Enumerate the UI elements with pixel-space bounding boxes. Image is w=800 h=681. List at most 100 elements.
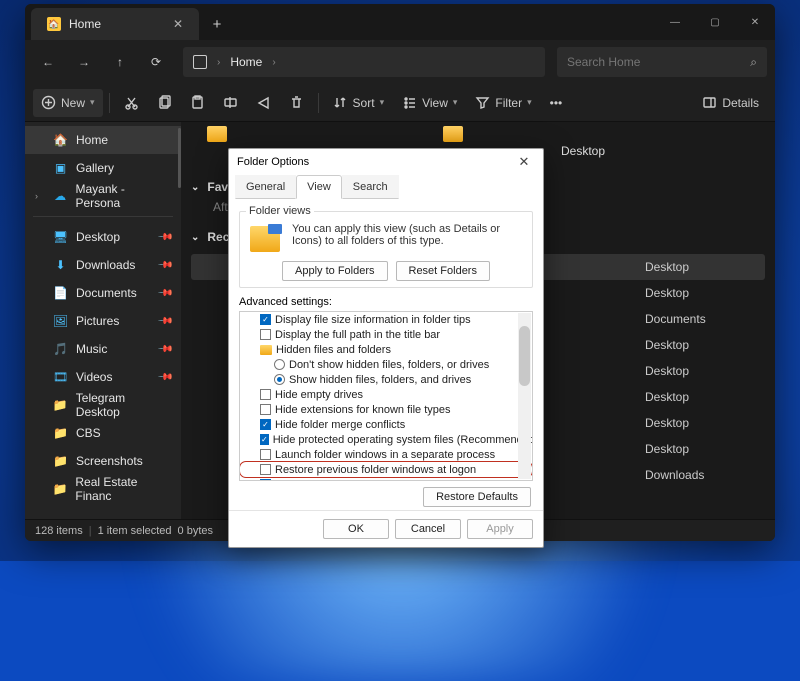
checkbox-icon[interactable]: ✓	[260, 479, 271, 481]
chevron-right-icon: ›	[272, 57, 275, 68]
sidebar-item-desktop[interactable]: 🖥Desktop📌	[25, 223, 181, 251]
copy-button[interactable]	[149, 89, 180, 117]
folder-icon: 📁	[53, 398, 68, 413]
chevron-down-icon: ⌄	[191, 182, 199, 193]
reset-folders-button[interactable]: Reset Folders	[396, 261, 490, 281]
option-full-path[interactable]: Display the full path in the title bar	[240, 327, 532, 342]
sidebar-item-screenshots[interactable]: 📁Screenshots	[25, 447, 181, 475]
folder-views-desc: You can apply this view (such as Details…	[292, 223, 526, 255]
restore-defaults-button[interactable]: Restore Defaults	[423, 487, 531, 507]
sidebar-item-cbs[interactable]: 📁CBS	[25, 419, 181, 447]
tab-close-icon[interactable]: ✕	[173, 17, 183, 31]
folder-icon[interactable]	[443, 126, 463, 142]
checkbox-icon[interactable]	[260, 329, 271, 340]
up-button[interactable]: ↑	[105, 47, 135, 77]
sidebar-item-documents[interactable]: 📄Documents📌	[25, 279, 181, 307]
option-display-size[interactable]: ✓Display file size information in folder…	[240, 312, 532, 327]
copy-icon	[157, 95, 172, 110]
back-button[interactable]: ←	[33, 47, 63, 77]
sidebar-item-realestate[interactable]: 📁Real Estate Financ	[25, 475, 181, 503]
checkbox-icon[interactable]	[260, 464, 271, 475]
home-icon: 🏠	[47, 17, 61, 31]
maximize-button[interactable]: ▢	[695, 4, 735, 40]
sidebar-item-videos[interactable]: 🎞Videos📌	[25, 363, 181, 391]
forward-button[interactable]: →	[69, 47, 99, 77]
refresh-button[interactable]: ⟳	[141, 47, 171, 77]
checkbox-icon[interactable]: ✓	[260, 434, 269, 445]
checkbox-icon[interactable]: ✓	[260, 419, 271, 430]
search-input[interactable]	[567, 55, 750, 69]
cut-icon	[124, 95, 139, 110]
cancel-button[interactable]: Cancel	[395, 519, 461, 539]
ok-button[interactable]: OK	[323, 519, 389, 539]
share-button[interactable]	[248, 89, 279, 117]
search-box[interactable]: ⌕	[557, 47, 767, 77]
radio-icon[interactable]	[274, 359, 285, 370]
new-button[interactable]: New ▾	[33, 89, 103, 117]
music-icon: 🎵	[53, 342, 68, 357]
sort-button[interactable]: Sort▾	[325, 89, 393, 117]
details-pane-button[interactable]: Details	[694, 89, 767, 117]
option-hide-empty[interactable]: Hide empty drives	[240, 387, 532, 402]
checkbox-icon[interactable]	[260, 449, 271, 460]
sidebar-item-gallery[interactable]: ▣Gallery	[25, 154, 181, 182]
tab-home[interactable]: 🏠 Home ✕	[31, 8, 199, 40]
option-hidden-folder[interactable]: Hidden files and folders	[240, 342, 532, 357]
folder-icon: 📁	[53, 426, 68, 441]
option-hide-ext[interactable]: Hide extensions for known file types	[240, 402, 532, 417]
option-hide-protected[interactable]: ✓Hide protected operating system files (…	[240, 432, 532, 447]
folder-icon[interactable]	[207, 126, 227, 142]
folder-label: Desktop	[561, 144, 765, 158]
checkbox-icon[interactable]: ✓	[260, 314, 271, 325]
option-hide-merge[interactable]: ✓Hide folder merge conflicts	[240, 417, 532, 432]
onedrive-icon: ☁	[53, 189, 68, 204]
address-bar[interactable]: › Home ›	[183, 47, 545, 77]
advanced-settings-tree[interactable]: ✓Display file size information in folder…	[239, 311, 533, 481]
checkbox-icon[interactable]	[260, 404, 271, 415]
option-show-drive[interactable]: ✓Show drive letters	[240, 477, 532, 481]
plus-icon	[41, 95, 56, 110]
status-selected: 1 item selected	[98, 525, 172, 537]
pin-icon: 📌	[156, 369, 173, 386]
option-dont-show-hidden[interactable]: Don't show hidden files, folders, or dri…	[240, 357, 532, 372]
gallery-icon: ▣	[53, 161, 68, 176]
filter-button[interactable]: Filter▾	[467, 89, 539, 117]
apply-button[interactable]: Apply	[467, 519, 533, 539]
close-window-button[interactable]: ✕	[735, 4, 775, 40]
radio-icon[interactable]	[274, 374, 285, 385]
delete-button[interactable]	[281, 89, 312, 117]
crumb-home[interactable]: Home	[230, 55, 262, 69]
view-button[interactable]: View▾	[394, 89, 465, 117]
paste-button[interactable]	[182, 89, 213, 117]
option-restore-previous[interactable]: Restore previous folder windows at logon	[240, 462, 532, 477]
minimize-button[interactable]: —	[655, 4, 695, 40]
option-show-hidden[interactable]: Show hidden files, folders, and drives	[240, 372, 532, 387]
chevron-down-icon: ⌄	[191, 232, 199, 243]
new-tab-button[interactable]: +	[199, 8, 235, 40]
sidebar-item-music[interactable]: 🎵Music📌	[25, 335, 181, 363]
pin-icon: 📌	[156, 229, 173, 246]
option-launch-separate[interactable]: Launch folder windows in a separate proc…	[240, 447, 532, 462]
more-button[interactable]: •••	[542, 89, 571, 117]
sidebar-item-telegram[interactable]: 📁Telegram Desktop	[25, 391, 181, 419]
tab-search[interactable]: Search	[342, 175, 399, 199]
cut-button[interactable]	[116, 89, 147, 117]
checkbox-icon[interactable]	[260, 389, 271, 400]
dialog-titlebar: Folder Options ✕	[229, 149, 543, 175]
close-icon[interactable]: ✕	[513, 154, 535, 170]
tab-general[interactable]: General	[235, 175, 296, 199]
view-icon	[402, 95, 417, 110]
apply-to-folders-button[interactable]: Apply to Folders	[282, 261, 387, 281]
pictures-icon: 🖼	[53, 314, 68, 329]
tab-view[interactable]: View	[296, 175, 342, 199]
toolbar: New ▾ Sort▾ View▾ Filter▾ ••• Details	[25, 84, 775, 122]
desktop-icon: 🖥	[53, 230, 68, 245]
sidebar-item-personal[interactable]: ›☁Mayank - Persona	[25, 182, 181, 210]
pin-icon: 📌	[156, 257, 173, 274]
sidebar: 🏠Home ▣Gallery ›☁Mayank - Persona 🖥Deskt…	[25, 122, 181, 519]
rename-button[interactable]	[215, 89, 246, 117]
sidebar-item-pictures[interactable]: 🖼Pictures📌	[25, 307, 181, 335]
sidebar-item-downloads[interactable]: ⬇Downloads📌	[25, 251, 181, 279]
tab-title: Home	[69, 17, 101, 31]
sidebar-item-home[interactable]: 🏠Home	[25, 126, 181, 154]
